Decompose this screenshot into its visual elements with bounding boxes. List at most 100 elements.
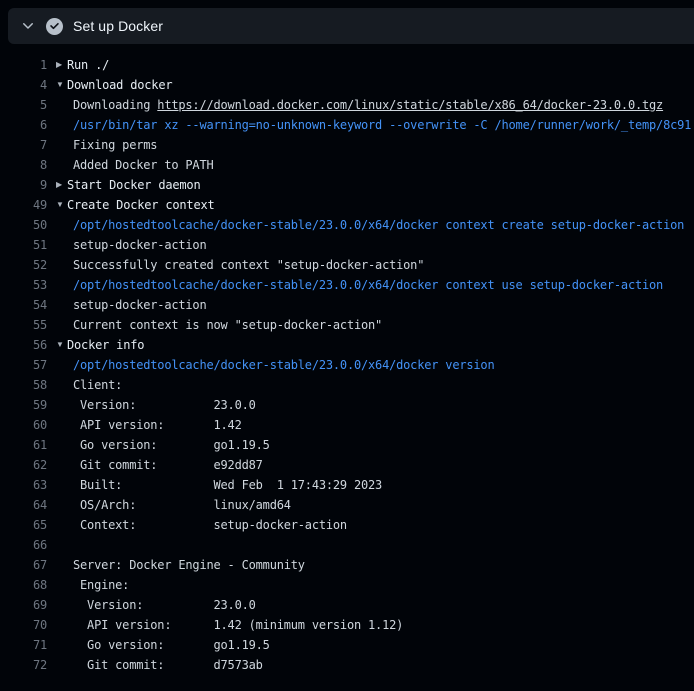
log-group-row[interactable]: 9▶Start Docker daemon	[0, 175, 694, 195]
log-row: 7 Fixing perms	[0, 135, 694, 155]
step-title: Set up Docker	[73, 18, 163, 34]
log-text: OS/Arch: linux/amd64	[67, 495, 694, 515]
step-header[interactable]: Set up Docker	[8, 8, 694, 44]
line-number[interactable]: 50	[0, 218, 47, 232]
triangle-down-icon[interactable]: ▼	[47, 335, 67, 355]
line-number[interactable]: 71	[0, 638, 47, 652]
log-text: Fixing perms	[67, 135, 694, 155]
line-number[interactable]: 51	[0, 238, 47, 252]
log-group-row[interactable]: 49▼Create Docker context	[0, 195, 694, 215]
line-number[interactable]: 67	[0, 558, 47, 572]
line-number[interactable]: 65	[0, 518, 47, 532]
line-number[interactable]: 53	[0, 278, 47, 292]
log-group-row[interactable]: 56▼Docker info	[0, 335, 694, 355]
line-number[interactable]: 1	[0, 58, 47, 72]
log-text: setup-docker-action	[67, 295, 694, 315]
line-number[interactable]: 72	[0, 658, 47, 672]
group-title: Run ./	[67, 55, 694, 75]
line-number[interactable]: 9	[0, 178, 47, 192]
log-lines: 1▶Run ./4▼Download docker5Downloading ht…	[0, 55, 694, 675]
line-number[interactable]: 69	[0, 598, 47, 612]
line-number[interactable]: 54	[0, 298, 47, 312]
line-number[interactable]: 5	[0, 98, 47, 112]
command-text: /opt/hostedtoolcache/docker-stable/23.0.…	[67, 275, 694, 295]
line-number[interactable]: 60	[0, 418, 47, 432]
log-text: Added Docker to PATH	[67, 155, 694, 175]
line-number[interactable]: 49	[0, 198, 47, 212]
triangle-down-icon[interactable]: ▼	[47, 195, 67, 215]
line-number[interactable]: 4	[0, 78, 47, 92]
command-text: /opt/hostedtoolcache/docker-stable/23.0.…	[67, 355, 694, 375]
line-number[interactable]: 64	[0, 498, 47, 512]
line-number[interactable]: 8	[0, 158, 47, 172]
check-circle-icon	[46, 18, 63, 35]
group-title: Create Docker context	[67, 195, 694, 215]
triangle-right-icon[interactable]: ▶	[47, 175, 67, 195]
log-row: 70 API version: 1.42 (minimum version 1.…	[0, 615, 694, 635]
group-title: Docker info	[67, 335, 694, 355]
log-row: 58Client:	[0, 375, 694, 395]
log-text: Built: Wed Feb 1 17:43:29 2023	[67, 475, 694, 495]
line-number[interactable]: 56	[0, 338, 47, 352]
line-number[interactable]: 57	[0, 358, 47, 372]
log-row: 67 Server: Docker Engine - Community	[0, 555, 694, 575]
log-row: 51 setup-docker-action	[0, 235, 694, 255]
log-row: 63 Built: Wed Feb 1 17:43:29 2023	[0, 475, 694, 495]
log-text: API version: 1.42 (minimum version 1.12)	[67, 615, 694, 635]
log-text: Server: Docker Engine - Community	[67, 555, 694, 575]
line-number[interactable]: 52	[0, 258, 47, 272]
line-number[interactable]: 68	[0, 578, 47, 592]
line-number[interactable]: 55	[0, 318, 47, 332]
log-text: Engine:	[67, 575, 694, 595]
line-number[interactable]: 63	[0, 478, 47, 492]
log-text: Version: 23.0.0	[67, 595, 694, 615]
log-text: Context: setup-docker-action	[67, 515, 694, 535]
log-row: 64 OS/Arch: linux/amd64	[0, 495, 694, 515]
line-number[interactable]: 58	[0, 378, 47, 392]
log-row: 66	[0, 535, 694, 555]
log-row: 54 setup-docker-action	[0, 295, 694, 315]
group-title: Start Docker daemon	[67, 175, 694, 195]
chevron-down-icon[interactable]	[20, 18, 36, 34]
log-text: Version: 23.0.0	[67, 395, 694, 415]
log-text: Git commit: e92dd87	[67, 455, 694, 475]
triangle-down-icon[interactable]: ▼	[47, 75, 67, 95]
log-text: API version: 1.42	[67, 415, 694, 435]
log-group-row[interactable]: 1▶Run ./	[0, 55, 694, 75]
group-title: Download docker	[67, 75, 694, 95]
log-text: Go version: go1.19.5	[67, 435, 694, 455]
log-row: 50/opt/hostedtoolcache/docker-stable/23.…	[0, 215, 694, 235]
log-row: 53/opt/hostedtoolcache/docker-stable/23.…	[0, 275, 694, 295]
log-text: Downloading	[73, 98, 157, 112]
line-number[interactable]: 59	[0, 398, 47, 412]
log-row: 5 Downloading https://download.docker.com…	[0, 95, 694, 115]
log-row: 57/opt/hostedtoolcache/docker-stable/23.…	[0, 355, 694, 375]
log-text: setup-docker-action	[67, 235, 694, 255]
log-group-row[interactable]: 4▼Download docker	[0, 75, 694, 95]
line-number[interactable]: 66	[0, 538, 47, 552]
log-text: Current context is now "setup-docker-act…	[67, 315, 694, 335]
command-text: /usr/bin/tar xz --warning=no-unknown-key…	[67, 115, 694, 135]
log-row: 55 Current context is now "setup-docker-a…	[0, 315, 694, 335]
log-row: 71 Go version: go1.19.5	[0, 635, 694, 655]
log-text-with-link: Downloading https://download.docker.com/…	[67, 95, 694, 115]
triangle-right-icon[interactable]: ▶	[47, 55, 67, 75]
line-number[interactable]: 62	[0, 458, 47, 472]
command-text: /opt/hostedtoolcache/docker-stable/23.0.…	[67, 215, 694, 235]
log-row: 52Successfully created context "setup-do…	[0, 255, 694, 275]
log-text: Git commit: d7573ab	[67, 655, 694, 675]
log-text: Go version: go1.19.5	[67, 635, 694, 655]
log-row: 59 Version: 23.0.0	[0, 395, 694, 415]
log-row: 68 Engine:	[0, 575, 694, 595]
log-row: 60 API version: 1.42	[0, 415, 694, 435]
log-row: 65 Context: setup-docker-action	[0, 515, 694, 535]
log-row: 61 Go version: go1.19.5	[0, 435, 694, 455]
line-number[interactable]: 7	[0, 138, 47, 152]
log-row: 6/usr/bin/tar xz --warning=no-unknown-ke…	[0, 115, 694, 135]
line-number[interactable]: 61	[0, 438, 47, 452]
line-number[interactable]: 6	[0, 118, 47, 132]
log-row: 8 Added Docker to PATH	[0, 155, 694, 175]
log-row: 69 Version: 23.0.0	[0, 595, 694, 615]
log-link[interactable]: https://download.docker.com/linux/static…	[157, 98, 663, 112]
line-number[interactable]: 70	[0, 618, 47, 632]
